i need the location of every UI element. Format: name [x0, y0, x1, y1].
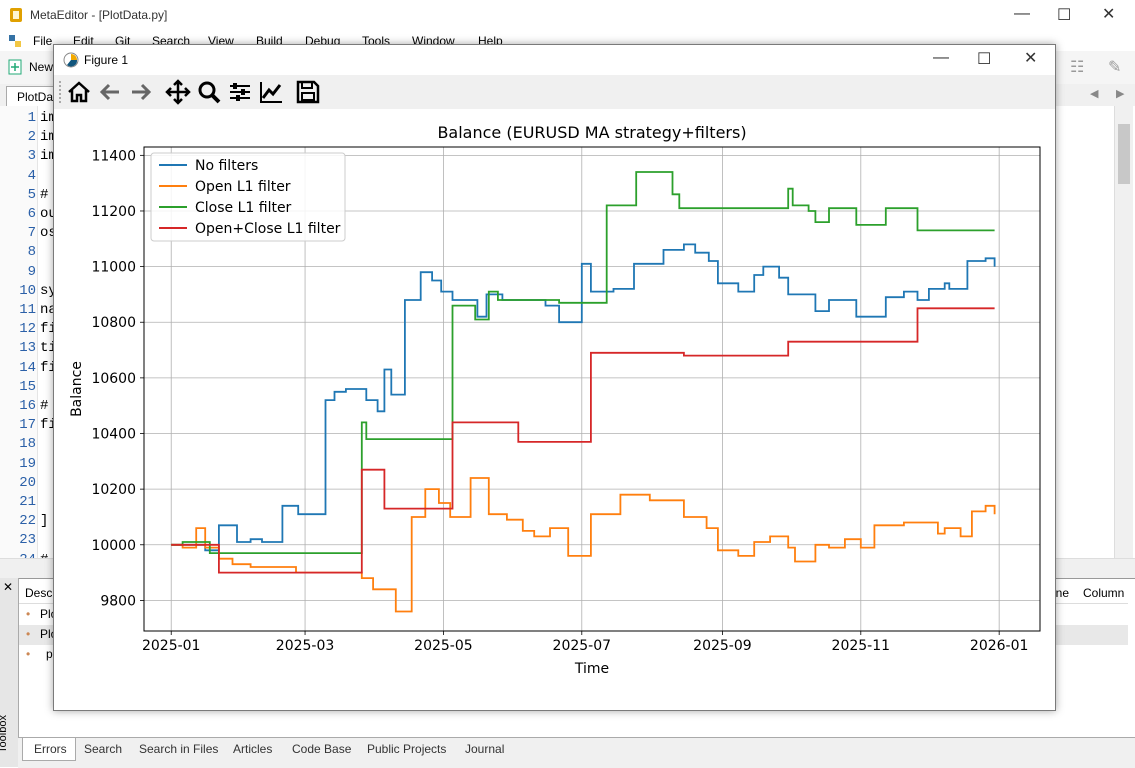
- line-number: 20: [19, 474, 36, 491]
- line-number: 1: [27, 110, 36, 126]
- line-number: 16: [19, 398, 36, 414]
- figure-window: Figure 1 — ☐ ✕ 2025-01 2025-03 2025-05 2025…: [53, 44, 1056, 711]
- code-line[interactable]: #: [40, 187, 48, 203]
- legend-label: Open L1 filter: [195, 179, 291, 195]
- line-number: 21: [19, 494, 36, 510]
- metaeditor-logo-icon: [10, 8, 22, 22]
- home-icon[interactable]: [66, 79, 92, 105]
- save-icon[interactable]: [295, 79, 321, 105]
- back-arrow-icon[interactable]: [97, 79, 123, 105]
- editor-vertical-scrollbar[interactable]: [1114, 106, 1133, 558]
- y-tick-label: 10000: [91, 538, 136, 554]
- x-tick-label: 2025-11: [832, 638, 891, 654]
- tab-code-base[interactable]: Code Base: [292, 742, 351, 756]
- toolbox-tabs: Errors Search Search in Files Articles C…: [18, 737, 1135, 768]
- toolbar-grip: [59, 81, 63, 103]
- new-button[interactable]: New: [29, 60, 53, 74]
- balance-chart: 2025-01 2025-03 2025-05 2025-07 2025-09 2025-…: [69, 123, 1041, 677]
- line-number: 14: [19, 359, 36, 376]
- new-file-icon[interactable]: [8, 59, 22, 75]
- line-number: 4: [27, 167, 36, 184]
- tab-scroll-left-icon[interactable]: ◀: [1090, 87, 1098, 100]
- forward-arrow-icon[interactable]: [128, 79, 154, 105]
- line-number: 18: [19, 436, 36, 453]
- figure-toolbar: [54, 75, 1055, 109]
- y-tick-label: 10200: [91, 482, 136, 498]
- x-tick-label: 2025-03: [276, 638, 335, 654]
- configure-subplots-icon[interactable]: [227, 79, 253, 105]
- line-number: 22: [19, 513, 36, 530]
- x-tick-label: 2026-01: [970, 638, 1029, 654]
- line-number: 8: [27, 244, 36, 261]
- column-column-header[interactable]: Column: [1083, 586, 1124, 600]
- figure-titlebar: Figure 1 — ☐ ✕: [54, 45, 1055, 75]
- close-button[interactable]: ✕: [1102, 4, 1115, 24]
- legend-label: Open+Close L1 filter: [195, 221, 341, 237]
- line-number: 15: [19, 378, 36, 395]
- main-titlebar: MetaEditor - [PlotData.py] — ☐ ✕: [0, 0, 1135, 31]
- x-tick-label: 2025-09: [693, 638, 752, 654]
- line-number: 2: [27, 129, 36, 146]
- y-tick-label: 10800: [91, 315, 136, 331]
- line-number: 23: [19, 532, 36, 549]
- line-number: 5: [27, 186, 36, 203]
- tab-plotdata-label: PlotDa: [17, 90, 54, 104]
- line-number: 10: [19, 282, 36, 299]
- tab-articles[interactable]: Articles: [233, 742, 272, 756]
- toolbox-close-icon[interactable]: ✕: [3, 580, 13, 594]
- line-number: 9: [27, 263, 36, 280]
- toolbox-label: Toolbox: [0, 715, 9, 753]
- tab-errors-label[interactable]: Errors: [34, 742, 67, 756]
- line-number: 3: [27, 148, 36, 165]
- figure-minimize-button[interactable]: —: [933, 49, 949, 67]
- x-tick-label: 2025-01: [142, 638, 201, 654]
- scroll-thumb[interactable]: [1118, 124, 1130, 184]
- y-tick-label: 11000: [91, 260, 136, 276]
- y-tick-label: 10400: [91, 427, 136, 443]
- main-window-title: MetaEditor - [PlotData.py]: [30, 8, 168, 22]
- chart-title: Balance (EURUSD MA strategy+filters): [437, 123, 746, 142]
- figure-close-button[interactable]: ✕: [1024, 48, 1037, 68]
- figure-maximize-button[interactable]: ☐: [977, 49, 991, 69]
- tab-search[interactable]: Search: [84, 742, 122, 756]
- maximize-button[interactable]: ☐: [1057, 5, 1071, 25]
- pen-icon[interactable]: ✎: [1108, 57, 1121, 77]
- code-line[interactable]: ]: [40, 513, 48, 529]
- x-axis-label: Time: [574, 661, 609, 677]
- tab-public-projects[interactable]: Public Projects: [367, 742, 446, 756]
- y-tick-label: 11200: [91, 204, 136, 220]
- legend-label: No filters: [195, 158, 258, 174]
- tab-search-in-files[interactable]: Search in Files: [139, 742, 218, 756]
- line-number: 6: [27, 206, 36, 222]
- python-icon: [9, 35, 21, 47]
- line-number: 7: [27, 225, 36, 242]
- y-tick-label: 9800: [100, 593, 136, 609]
- figure-title: Figure 1: [84, 53, 129, 67]
- zoom-icon[interactable]: [196, 79, 222, 105]
- line-number: 13: [19, 340, 36, 357]
- y-axis-label: Balance: [69, 361, 85, 417]
- line-number: 19: [19, 455, 36, 472]
- matplotlib-logo-icon: [63, 52, 79, 68]
- minimize-button[interactable]: —: [1014, 5, 1030, 23]
- x-tick-label: 2025-05: [414, 638, 473, 654]
- legend-label: Close L1 filter: [195, 200, 292, 216]
- edit-axis-icon[interactable]: [258, 79, 284, 105]
- line-number: 12: [19, 321, 36, 338]
- compare-icon[interactable]: ☷: [1070, 57, 1084, 77]
- pan-icon[interactable]: [165, 79, 191, 105]
- y-tick-label: 10600: [91, 371, 136, 387]
- line-number: 11: [19, 302, 36, 318]
- tab-journal[interactable]: Journal: [465, 742, 504, 756]
- x-tick-label: 2025-07: [553, 638, 612, 654]
- menu-file[interactable]: File: [33, 34, 52, 48]
- toolbox-sidebar: ✕ Toolbox: [0, 578, 19, 767]
- tab-scroll-right-icon[interactable]: ▶: [1116, 87, 1124, 100]
- description-column-header[interactable]: Descr: [25, 586, 56, 600]
- line-number: 17: [19, 417, 36, 434]
- code-line[interactable]: #: [40, 398, 48, 414]
- y-tick-label: 11400: [91, 148, 136, 164]
